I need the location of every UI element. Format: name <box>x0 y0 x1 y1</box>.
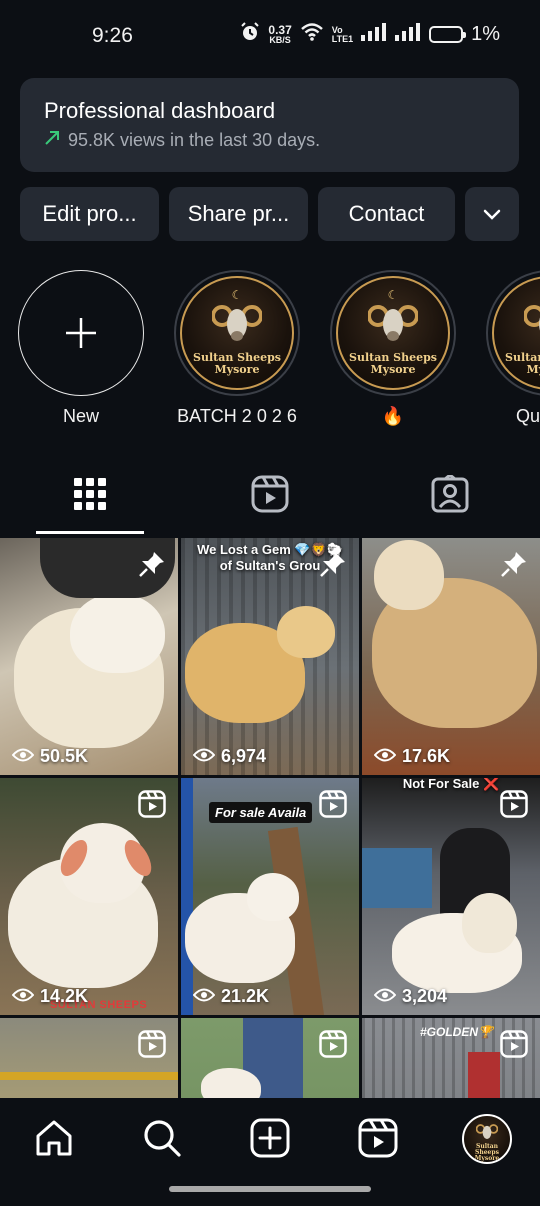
home-icon <box>34 1118 74 1163</box>
contact-button[interactable]: Contact <box>318 187 455 241</box>
post-tile[interactable]: 50.5K <box>0 538 178 775</box>
ram-head-icon <box>368 305 418 341</box>
tab-tagged[interactable] <box>396 472 504 518</box>
post-tile[interactable]: 17.6K <box>362 538 540 775</box>
battery-percent: 1% <box>471 23 500 45</box>
highlight-qu[interactable]: ☾ Sultan SheepsMysore Qu <box>474 270 540 427</box>
eye-icon <box>192 746 216 767</box>
eye-icon <box>373 986 397 1007</box>
post-tile[interactable]: For sale Availa 21.2K <box>181 778 359 1015</box>
plus-icon <box>64 308 98 358</box>
plus-square-icon <box>250 1118 290 1163</box>
ram-head-icon <box>476 1124 498 1139</box>
status-time: 9:26 <box>92 24 133 47</box>
story-highlights: New ☾ Sultan Sheeps Mysore BATCH 2 0 2 6 … <box>0 270 540 430</box>
tab-reels[interactable] <box>216 474 324 518</box>
trending-up-icon <box>44 130 60 151</box>
sultan-sheeps-logo: ☾ Sultan SheepsMysore <box>336 276 450 390</box>
eye-icon <box>192 986 216 1007</box>
wifi-icon <box>300 22 324 47</box>
signal-icon-2 <box>395 23 421 46</box>
edit-profile-button[interactable]: Edit pro... <box>20 187 159 241</box>
posts-grid: 50.5K We Lost a Gem 💎🦁🐑 of Sultan's Grou… <box>0 538 540 1098</box>
post-views: 3,204 <box>373 986 447 1007</box>
alarm-icon <box>240 22 260 47</box>
pin-icon <box>319 550 347 583</box>
network-speed: 0.37 KB/S <box>268 22 292 45</box>
post-views: 14.2K <box>11 986 88 1007</box>
post-tag: #GOLDEN🏆 <box>420 1025 493 1039</box>
post-tile[interactable]: #GOLDEN🏆 <box>362 1018 540 1098</box>
dashboard-title: Professional dashboard <box>44 98 276 123</box>
eye-icon <box>11 746 35 767</box>
reels-icon <box>358 1118 398 1163</box>
reel-icon <box>138 1030 166 1063</box>
ram-head-icon <box>524 305 540 331</box>
post-views: 50.5K <box>11 746 88 767</box>
dashboard-subtitle: 95.8K views in the last 30 days. <box>44 130 495 151</box>
eye-icon <box>373 746 397 767</box>
profile-tabs <box>0 460 540 535</box>
reels-icon <box>251 475 289 518</box>
highlight-fire[interactable]: ☾ Sultan Sheeps Mysore 🔥 <box>318 270 468 427</box>
suggested-accounts-button[interactable] <box>465 187 519 241</box>
highlight-new[interactable]: New <box>6 270 156 427</box>
reel-icon <box>500 1030 528 1063</box>
reel-icon <box>500 790 528 823</box>
search-icon <box>142 1118 182 1163</box>
active-tab-indicator <box>36 531 144 534</box>
volte-indicator: Vo LTE1 <box>331 24 354 44</box>
sultan-sheeps-logo: ☾ Sultan SheepsMysore <box>492 276 540 390</box>
highlight-batch-2026[interactable]: ☾ Sultan Sheeps Mysore BATCH 2 0 2 6 <box>162 270 312 427</box>
gesture-home-indicator[interactable] <box>169 1186 371 1192</box>
status-icons: 0.37 KB/S Vo LTE1 1% <box>240 22 500 47</box>
dashboard-views-text: 95.8K views in the last 30 days. <box>68 130 321 150</box>
post-tile[interactable]: We Lost a Gem 💎🦁🐑 of Sultan's Grou 6,974 <box>181 538 359 775</box>
new-highlight-circle[interactable] <box>18 270 144 396</box>
tagged-person-icon <box>431 472 469 518</box>
post-views: 17.6K <box>373 746 450 767</box>
grid-icon <box>73 477 107 516</box>
ram-head-icon <box>212 305 262 341</box>
pin-icon <box>138 550 166 583</box>
nav-create[interactable] <box>246 1116 294 1164</box>
professional-dashboard-card[interactable]: Professional dashboard 95.8K views in th… <box>20 78 519 172</box>
reel-icon <box>138 790 166 823</box>
post-sale-tag: For sale Availa <box>209 802 313 823</box>
share-profile-button[interactable]: Share pr... <box>169 187 308 241</box>
highlight-label: New <box>62 406 99 426</box>
bottom-navigation: Sultan Sheeps Mysore <box>0 1098 540 1206</box>
post-tile[interactable]: SULTAN SHEEPS 14.2K <box>0 778 178 1015</box>
sultan-sheeps-logo: ☾ Sultan SheepsMysore <box>180 276 294 390</box>
nav-profile-avatar[interactable]: Sultan Sheeps Mysore <box>462 1114 512 1164</box>
post-views: 6,974 <box>192 746 266 767</box>
reel-icon <box>319 790 347 823</box>
battery-icon <box>429 26 467 43</box>
highlight-label: 🔥 <box>381 406 405 426</box>
post-views: 21.2K <box>192 986 269 1007</box>
eye-icon <box>11 986 35 1007</box>
post-tile[interactable]: Not For Sale ❌ 3,204 <box>362 778 540 1015</box>
nav-home[interactable] <box>30 1116 78 1164</box>
signal-icon <box>361 23 387 46</box>
highlight-label: Qu <box>516 406 540 426</box>
nav-reels[interactable] <box>354 1116 402 1164</box>
post-tile[interactable] <box>181 1018 359 1098</box>
nav-search[interactable] <box>138 1116 186 1164</box>
chevron-down-icon <box>482 201 502 227</box>
post-tile[interactable] <box>0 1018 178 1098</box>
status-bar: 9:26 0.37 KB/S Vo LTE1 1% <box>0 0 540 70</box>
pin-icon <box>500 550 528 583</box>
tab-posts-grid[interactable] <box>36 474 144 518</box>
highlight-label: BATCH 2 0 2 6 <box>177 406 297 426</box>
reel-icon <box>319 1030 347 1063</box>
